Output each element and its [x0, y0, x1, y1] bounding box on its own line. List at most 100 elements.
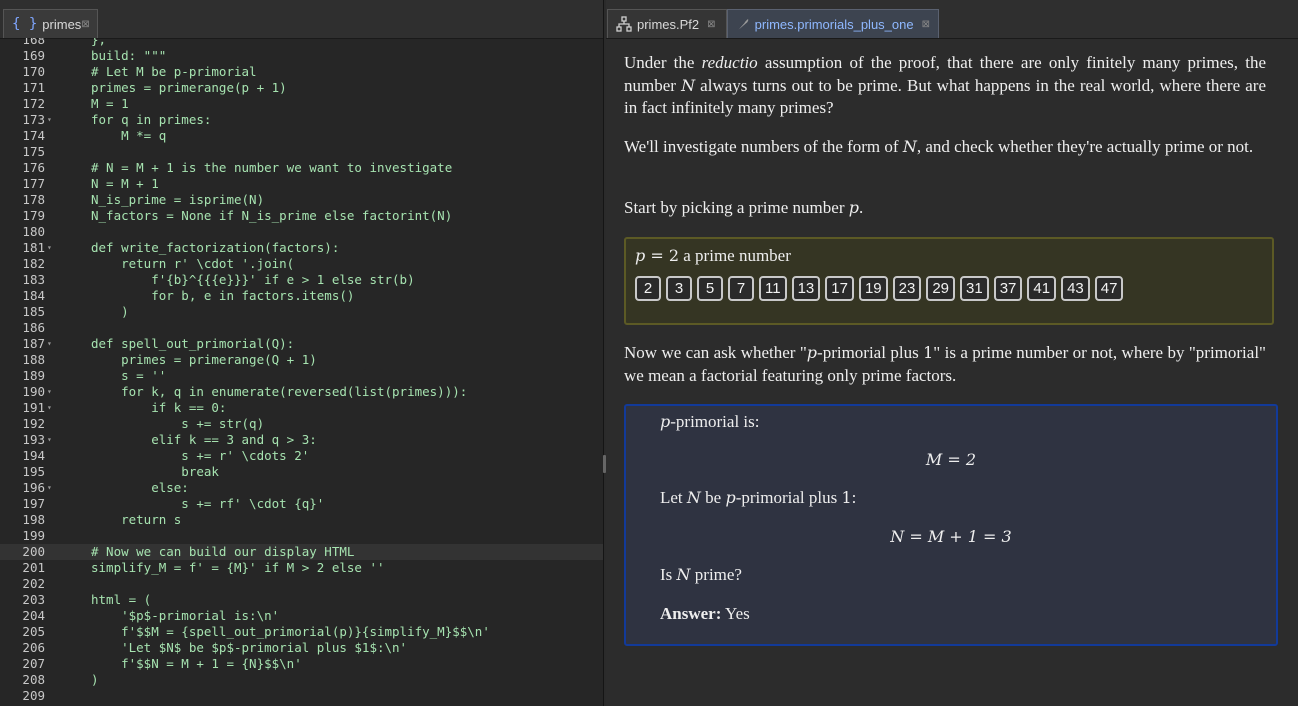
code-line[interactable]: 204 '$p$-primorial is:\n' — [0, 608, 603, 624]
code-text: f'$$N = M + 1 = {N}$$\n' — [91, 656, 302, 671]
code-text: M = 1 — [91, 96, 129, 111]
prime-chooser: p = 2 a prime number 2 3 5 7 11 13 17 19 23 29 31 3… — [624, 237, 1274, 325]
line-number: 183 — [22, 272, 45, 287]
code-line[interactable]: 173 ▾ for q in primes: — [0, 112, 603, 128]
prime-button-3[interactable]: 3 — [666, 276, 692, 301]
prime-button-47[interactable]: 47 — [1094, 276, 1124, 301]
code-line[interactable]: 207 f'$$N = M + 1 = {N}$$\n' — [0, 656, 603, 672]
code-line[interactable]: 168}, — [0, 38, 603, 48]
prime-button-7[interactable]: 7 — [728, 276, 754, 301]
line-number: 193 — [22, 432, 45, 447]
code-line[interactable]: 208) — [0, 672, 603, 688]
prime-button-13[interactable]: 13 — [791, 276, 821, 301]
code-line[interactable]: 176 # N = M + 1 is the number we want to … — [0, 160, 603, 176]
line-number: 201 — [22, 560, 45, 575]
code-line[interactable]: 201 simplify_M = f' = {M}' if M > 2 else … — [0, 560, 603, 576]
tab-primes-primorials-plus-one[interactable]: primes.primorials_plus_one ⊠ — [727, 9, 939, 38]
code-text: break — [91, 464, 219, 479]
close-icon[interactable]: ⊠ — [81, 19, 89, 30]
editor-tab-bar: { } primes ⊠ — [0, 0, 603, 39]
code-line[interactable]: 169 build: """ — [0, 48, 603, 64]
tab-primes-pf2[interactable]: primes.Pf2 ⊠ — [607, 9, 727, 38]
prime-button-17[interactable]: 17 — [825, 276, 854, 301]
fold-arrow-icon[interactable]: ▾ — [47, 400, 52, 416]
code-text: s = '' — [91, 368, 167, 383]
code-line[interactable]: 199 — [0, 528, 603, 544]
prime-button-31[interactable]: 31 — [960, 276, 989, 301]
prime-button-29[interactable]: 29 — [926, 276, 956, 301]
feather-icon — [737, 19, 749, 31]
line-number: 182 — [22, 256, 45, 271]
prime-button-43[interactable]: 43 — [1061, 276, 1090, 301]
code-line[interactable]: 178 N_is_prime = isprime(N) — [0, 192, 603, 208]
code-text: f'$$M = {spell_out_primorial(p)}{simplif… — [91, 624, 490, 639]
code-line[interactable]: 197 s += rf' \cdot {q}' — [0, 496, 603, 512]
line-number: 186 — [22, 320, 45, 335]
close-icon[interactable]: ⊠ — [707, 19, 715, 30]
code-text: s += rf' \cdot {q}' — [91, 496, 325, 511]
tab-primes[interactable]: { } primes ⊠ — [3, 9, 98, 38]
fold-arrow-icon[interactable]: ▾ — [47, 112, 52, 128]
fold-arrow-icon[interactable]: ▾ — [47, 480, 52, 496]
prime-button-2[interactable]: 2 — [635, 276, 661, 301]
code-line[interactable]: 179 N_factors = None if N_is_prime else f… — [0, 208, 603, 224]
prime-button-19[interactable]: 19 — [858, 276, 888, 301]
code-line[interactable]: 200 # Now we can build our display HTML — [0, 544, 603, 560]
prime-button-23[interactable]: 23 — [892, 276, 922, 301]
code-line[interactable]: 194 s += r' \cdots 2' — [0, 448, 603, 464]
code-line[interactable]: 174 M *= q — [0, 128, 603, 144]
code-line[interactable]: 186 — [0, 320, 603, 336]
prime-button-37[interactable]: 37 — [993, 276, 1023, 301]
fold-arrow-icon[interactable]: ▾ — [47, 240, 52, 256]
code-line[interactable]: 202 — [0, 576, 603, 592]
code-line[interactable]: 206 'Let $N$ be $p$-primorial plus $1$:\… — [0, 640, 603, 656]
code-text: else: — [91, 480, 189, 495]
prime-button-5[interactable]: 5 — [697, 276, 723, 301]
code-line[interactable]: 203 html = ( — [0, 592, 603, 608]
code-line[interactable]: 175 — [0, 144, 603, 160]
code-area[interactable]: 168}, 169 build: """ 170 # Let M be p-primor… — [0, 38, 603, 706]
code-line[interactable]: 181 ▾ def write_factorization(factors): — [0, 240, 603, 256]
line-number: 199 — [22, 528, 45, 543]
prime-button-11[interactable]: 11 — [759, 276, 787, 301]
code-text: N_factors = None if N_is_prime else fact… — [91, 208, 453, 223]
fold-arrow-icon[interactable]: ▾ — [47, 384, 52, 400]
code-line[interactable]: 184 for b, e in factors.items() — [0, 288, 603, 304]
line-number: 198 — [22, 512, 45, 527]
code-line[interactable]: 180 — [0, 224, 603, 240]
equation-n: N = M + 1 = 3 — [890, 527, 1012, 546]
code-line[interactable]: 177 N = M + 1 — [0, 176, 603, 192]
code-line[interactable]: 185 ) — [0, 304, 603, 320]
code-line[interactable]: 209 — [0, 688, 603, 704]
line-number: 179 — [22, 208, 45, 223]
code-line[interactable]: 191 ▾ if k == 0: — [0, 400, 603, 416]
code-line[interactable]: 187 ▾ def spell_out_primorial(Q): — [0, 336, 603, 352]
code-text: s += str(q) — [91, 416, 265, 431]
code-line[interactable]: 193 ▾ elif k == 3 and q > 3: — [0, 432, 603, 448]
code-line[interactable]: 195 break — [0, 464, 603, 480]
code-line[interactable]: 190 ▾ for k, q in enumerate(reversed(list… — [0, 384, 603, 400]
code-line[interactable]: 170 # Let M be p-primorial — [0, 64, 603, 80]
fold-arrow-icon[interactable]: ▾ — [47, 336, 52, 352]
fold-arrow-icon[interactable]: ▾ — [47, 432, 52, 448]
close-icon[interactable]: ⊠ — [922, 19, 930, 30]
line-number: 177 — [22, 176, 45, 191]
code-line[interactable]: 192 s += str(q) — [0, 416, 603, 432]
prime-button-41[interactable]: 41 — [1027, 276, 1057, 301]
equation-m: M = 2 — [925, 450, 977, 469]
line-number: 178 — [22, 192, 45, 207]
code-line[interactable]: 171 primes = primerange(p + 1) — [0, 80, 603, 96]
code-line[interactable]: 205 f'$$M = {spell_out_primorial(p)}{sim… — [0, 624, 603, 640]
line-number: 173 — [22, 112, 45, 127]
code-text: # N = M + 1 is the number we want to inv… — [91, 160, 453, 175]
let-n-text: Let N be p-primorial plus 1: — [660, 488, 857, 507]
code-line[interactable]: 183 f'{b}^{{{e}}}' if e > 1 else str(b) — [0, 272, 603, 288]
code-line[interactable]: 198 return s — [0, 512, 603, 528]
code-line[interactable]: 182 return r' \cdot '.join( — [0, 256, 603, 272]
code-line[interactable]: 188 primes = primerange(Q + 1) — [0, 352, 603, 368]
code-line[interactable]: 196 ▾ else: — [0, 480, 603, 496]
code-line[interactable]: 189 s = '' — [0, 368, 603, 384]
code-line[interactable]: 172 M = 1 — [0, 96, 603, 112]
line-number: 202 — [22, 576, 45, 591]
line-number: 169 — [22, 48, 45, 63]
